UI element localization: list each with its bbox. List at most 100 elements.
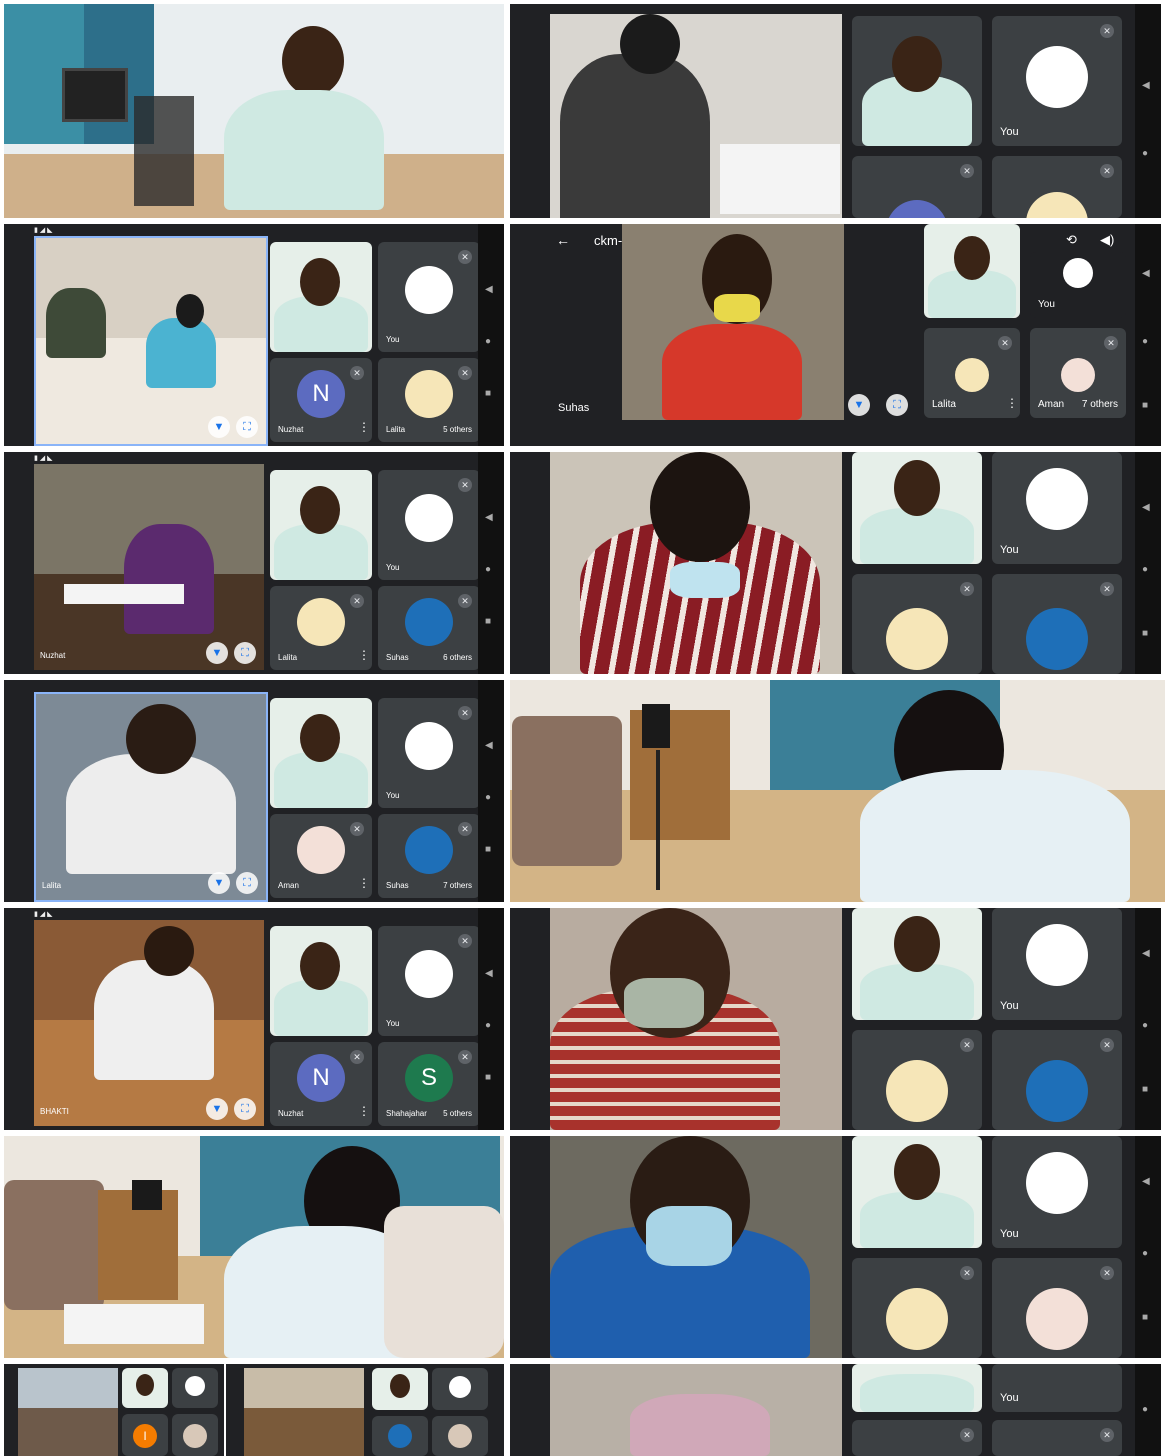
participant-tile-host[interactable] [270,470,372,580]
participant-tile-you[interactable] [432,1368,488,1410]
participant-tile[interactable]: N Nuzhat ⋮ ✕ [270,358,372,442]
participant-tile-you[interactable]: You ✕ [992,16,1122,146]
participant-tile-host[interactable] [852,908,982,1020]
others-count[interactable]: 5 others [443,425,472,434]
fullscreen-icon[interactable]: ⛶ [236,416,258,438]
participant-tile[interactable]: Lalita 5 others ✕ [378,358,480,442]
participant-tile[interactable]: Suhas 6 others ✕ [378,586,480,670]
camera-switch-icon[interactable]: ⟲ [1066,232,1077,248]
main-video[interactable] [622,224,844,420]
avatar [1063,258,1093,288]
main-video[interactable] [18,1368,118,1456]
pin-icon[interactable]: ▼ [206,642,228,664]
participant-tile-you[interactable]: You [992,1364,1122,1412]
main-video[interactable] [550,452,842,674]
participant-tile[interactable] [372,1416,428,1456]
participant-tile-you[interactable]: You ✕ [378,698,480,808]
fullscreen-icon[interactable]: ⛶ [234,1098,256,1120]
participant-tile[interactable]: ✕ [992,574,1122,674]
main-video[interactable]: BHAKTI ▼ ⛶ [34,920,264,1126]
meet-screen-12: You ✕ ✕ ● [510,1364,1161,1456]
participant-tile[interactable]: N ✕ [852,156,982,218]
participant-tile-you[interactable]: You [992,1136,1122,1248]
nav-rail: ◀ ● ■ [478,680,504,902]
participant-tile[interactable]: I [122,1414,168,1456]
participant-tile-host[interactable] [270,698,372,808]
participant-tile-host[interactable] [270,242,372,352]
participant-tile[interactable]: ✕ [852,1030,982,1130]
participant-tile-host[interactable] [122,1368,168,1408]
meet-screen-10: I [4,1364,224,1456]
participant-tile-you[interactable]: You ✕ [378,242,480,352]
participant-tile[interactable] [432,1416,488,1456]
fullscreen-icon[interactable]: ⛶ [886,394,908,416]
main-video[interactable] [550,1364,842,1456]
others-count[interactable]: 6 others [443,653,472,662]
participant-tile[interactable]: N Nuzhat ⋮ ✕ [270,1042,372,1126]
participant-name: You [1000,544,1019,556]
participant-tile-host[interactable] [852,452,982,564]
participant-tile-host[interactable] [270,926,372,1036]
main-video[interactable]: ▼ ⛶ [34,236,268,446]
others-count[interactable]: 7 others [443,881,472,890]
participant-tile-you[interactable] [172,1368,218,1408]
participant-tile[interactable]: Suhas 7 others ✕ [378,814,480,898]
participant-tile-host[interactable] [852,16,982,146]
participant-tile[interactable]: S Shahajahar 5 others ✕ [378,1042,480,1126]
participant-tile[interactable]: Aman ⋮ ✕ [270,814,372,898]
pin-icon[interactable]: ▼ [206,1098,228,1120]
avatar-letter: S [420,1064,437,1091]
back-arrow-icon[interactable]: ← [556,232,570,248]
participant-name: You [386,1019,400,1028]
participant-tile[interactable]: Lalita ⋮ ✕ [924,328,1020,418]
participant-tile-host[interactable] [852,1364,982,1412]
participant-tile[interactable]: ✕ [852,1420,982,1456]
participant-tile[interactable]: ✕ [992,1030,1122,1130]
meet-screen-6: Lalita ▼ ⛶ You ✕ Aman ⋮ ✕ Suhas 7 others… [4,680,504,902]
fullscreen-icon[interactable]: ⛶ [236,872,258,894]
participant-tile-host[interactable] [372,1368,428,1410]
participant-name: BHAKTI [40,1107,69,1116]
participant-tile[interactable]: Lalita ⋮ ✕ [270,586,372,670]
others-count[interactable]: 5 others [443,1109,472,1118]
participant-tile[interactable]: ✕ [852,1258,982,1358]
main-video[interactable] [244,1368,364,1456]
pin-icon[interactable]: ▼ [208,416,230,438]
participant-tile[interactable]: ✕ [992,1420,1122,1456]
participant-tile-you[interactable]: You [1030,252,1126,318]
speaker-icon[interactable]: ◀) [1100,232,1114,248]
mic-off-icon: ✕ [960,1266,974,1280]
participant-tile-you[interactable]: You [992,908,1122,1020]
avatar: N [297,370,345,418]
more-vert-icon[interactable]: ⋮ [1006,396,1018,410]
main-video[interactable]: Nuzhat ▼ ⛶ [34,464,264,670]
participant-tile-you[interactable]: You [992,452,1122,564]
participant-tile[interactable] [172,1414,218,1456]
participant-tile-host[interactable] [924,224,1020,318]
main-video[interactable]: Lalita ▼ ⛶ [34,692,268,902]
main-video[interactable] [550,908,842,1130]
participant-tile[interactable]: ✕ [992,156,1122,218]
mic-off-icon: ✕ [1100,1428,1114,1442]
participant-tile-host[interactable] [852,1136,982,1248]
pin-icon[interactable]: ▼ [208,872,230,894]
main-video[interactable] [550,1136,842,1358]
participant-tile[interactable]: ✕ [992,1258,1122,1358]
fullscreen-icon[interactable]: ⛶ [234,642,256,664]
more-vert-icon[interactable]: ⋮ [358,420,370,434]
participant-name: Suhas [386,881,409,890]
participant-tile[interactable]: ✕ [852,574,982,674]
participant-tile-you[interactable]: You ✕ [378,926,480,1036]
participant-tile-you[interactable]: You ✕ [378,470,480,580]
avatar [405,494,453,542]
mic-off-icon: ✕ [1100,24,1114,38]
more-vert-icon[interactable]: ⋮ [358,648,370,662]
more-vert-icon[interactable]: ⋮ [358,1104,370,1118]
main-video[interactable] [550,14,842,218]
pin-icon[interactable]: ▼ [848,394,870,416]
more-vert-icon[interactable]: ⋮ [358,876,370,890]
nav-rail: ◀ ● [1135,4,1161,218]
status-bar: ▮ ◢ ◣ [34,227,53,234]
others-count[interactable]: 7 others [1082,399,1118,410]
participant-tile[interactable]: Aman 7 others ✕ [1030,328,1126,418]
